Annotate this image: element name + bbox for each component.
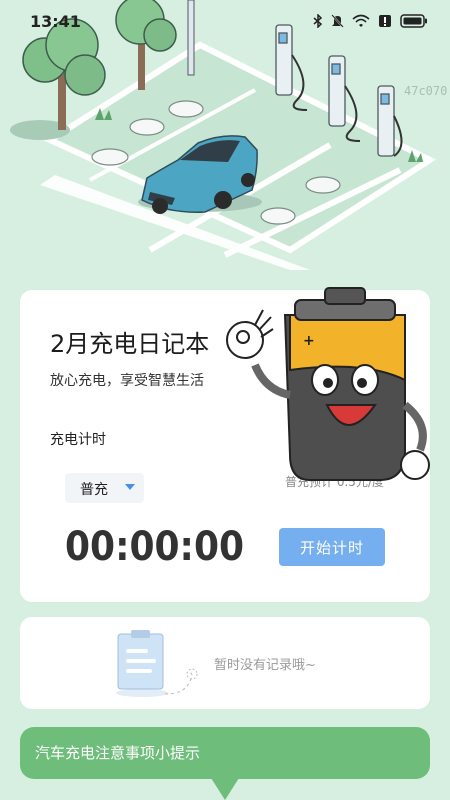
caret-down-icon — [125, 484, 135, 490]
battery-icon — [400, 14, 427, 28]
charging-tips-banner[interactable]: 汽车充电注意事项小提示 — [20, 727, 430, 779]
mute-icon — [331, 14, 344, 28]
timer-display: 00:00:00 — [65, 524, 245, 570]
watermark: 47c070 — [404, 84, 448, 98]
alert-icon — [379, 15, 391, 27]
empty-records-text: 暂时没有记录哦~ — [214, 658, 316, 673]
diary-subtitle: 放心充电，享受智慧生活 — [50, 373, 204, 389]
status-time: 13:41 — [30, 12, 81, 31]
charge-mode-dropdown[interactable]: 普充 — [65, 473, 144, 503]
battery-mascot-illustration: + — [226, 287, 430, 481]
charge-mode-value: 普充 — [80, 482, 108, 498]
tips-pointer-arrow — [211, 778, 239, 800]
records-card: 暂时没有记录哦~ — [20, 617, 430, 709]
charging-timer-label: 充电计时 — [50, 432, 106, 448]
diary-title: 2月充电日记本 — [50, 330, 210, 358]
status-bar: 13:41 — [0, 0, 450, 46]
start-timing-button[interactable]: 开始计时 — [279, 528, 385, 566]
charging-tips-label: 汽车充电注意事项小提示 — [35, 744, 201, 762]
wifi-icon — [352, 14, 370, 27]
clipboard-icon — [116, 630, 198, 697]
bluetooth-icon — [313, 14, 323, 28]
svg-text:+: + — [303, 333, 315, 349]
status-icons — [313, 14, 428, 28]
